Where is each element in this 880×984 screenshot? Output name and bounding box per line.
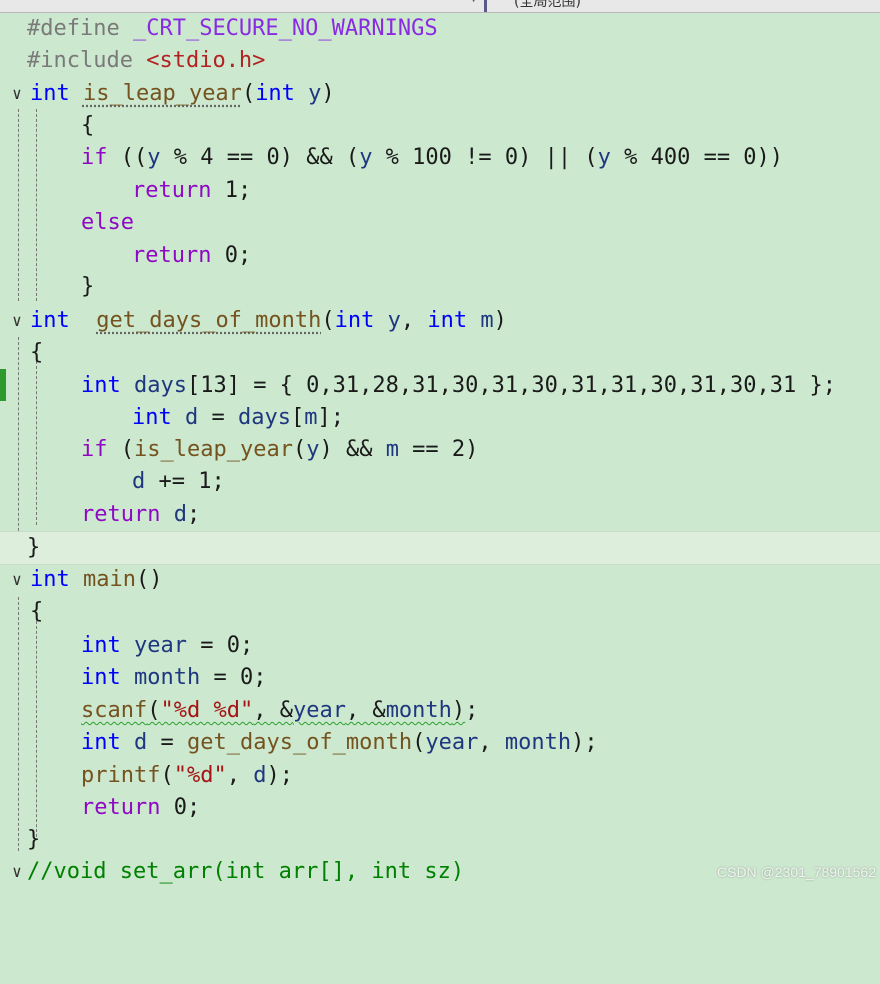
keyword: int bbox=[30, 308, 83, 333]
brace: } bbox=[27, 827, 41, 852]
macro: _CRT_SECURE_NO_WARNINGS bbox=[132, 16, 438, 41]
keyword: int bbox=[132, 405, 185, 430]
code-line[interactable]: { bbox=[0, 110, 880, 142]
collapse-chevron-icon[interactable]: ∨ bbox=[9, 305, 25, 337]
code-line[interactable]: #define _CRT_SECURE_NO_WARNINGS bbox=[0, 13, 880, 45]
function-name: printf bbox=[81, 763, 161, 788]
code-line[interactable]: printf("%d", d); bbox=[0, 760, 880, 792]
code-line[interactable]: return 0; bbox=[0, 792, 880, 824]
collapse-chevron-icon[interactable]: ∨ bbox=[9, 78, 25, 110]
code-line[interactable]: else bbox=[0, 207, 880, 239]
code-line[interactable]: { bbox=[0, 596, 880, 628]
keyword: return bbox=[81, 795, 161, 820]
keyword: return bbox=[81, 502, 174, 527]
function-name: main bbox=[82, 567, 136, 592]
code-line[interactable]: if ((y % 4 == 0) && (y % 100 != 0) || (y… bbox=[0, 142, 880, 174]
code-line[interactable]: } bbox=[0, 824, 880, 856]
header-name: <stdio.h> bbox=[146, 48, 266, 73]
code-editor[interactable]: #define _CRT_SECURE_NO_WARNINGS #include… bbox=[0, 13, 880, 886]
brace: { bbox=[30, 340, 44, 365]
code-line[interactable]: } bbox=[0, 271, 880, 303]
keyword: if bbox=[81, 145, 108, 170]
current-line[interactable]: } bbox=[0, 531, 880, 565]
collapse-chevron-icon[interactable]: ∨ bbox=[9, 856, 25, 888]
code-line[interactable]: int days[13] = { 0,31,28,31,30,31,30,31,… bbox=[0, 370, 880, 402]
keyword: return bbox=[132, 243, 212, 268]
splitter[interactable] bbox=[484, 0, 487, 12]
brace: { bbox=[81, 113, 95, 138]
keyword: else bbox=[81, 210, 134, 235]
brace: } bbox=[27, 535, 41, 560]
comment: //void set_arr(int arr[], int sz) bbox=[27, 859, 465, 884]
code-line[interactable]: return 0; bbox=[0, 240, 880, 272]
code-line[interactable]: #include <stdio.h> bbox=[0, 45, 880, 77]
collapse-chevron-icon[interactable]: ∨ bbox=[9, 564, 25, 596]
chevron-down-icon[interactable]: ▾ bbox=[470, 0, 477, 6]
code-line[interactable]: return 1; bbox=[0, 175, 880, 207]
keyword: int bbox=[81, 665, 134, 690]
keyword: int bbox=[81, 730, 134, 755]
code-line[interactable]: scanf("%d %d", &year, &month); bbox=[0, 695, 880, 727]
keyword: int bbox=[30, 81, 83, 106]
directive: #include bbox=[27, 48, 147, 73]
keyword: int bbox=[81, 373, 134, 398]
keyword: return bbox=[132, 178, 212, 203]
brace: { bbox=[30, 599, 44, 624]
brace: } bbox=[81, 274, 95, 299]
warning-squiggle[interactable]: scanf("%d %d", &year, &month) bbox=[81, 698, 465, 723]
code-line[interactable]: ∨ int get_days_of_month(int y, int m) bbox=[0, 305, 880, 337]
code-line[interactable]: int d = days[m]; bbox=[0, 402, 880, 434]
code-line[interactable]: ∨ int is_leap_year(int y) bbox=[0, 78, 880, 110]
scope-dropdown[interactable]: (全局范围) bbox=[514, 0, 581, 11]
watermark: CSDN @2301_78901562 bbox=[717, 864, 876, 880]
directive: #define bbox=[27, 16, 133, 41]
keyword: int bbox=[30, 567, 83, 592]
function-name: get_days_of_month bbox=[96, 308, 322, 333]
keyword: int bbox=[81, 633, 134, 658]
keyword: if bbox=[81, 437, 108, 462]
navigation-bar: ▾ (全局范围) bbox=[0, 0, 880, 13]
code-line[interactable]: if (is_leap_year(y) && m == 2) bbox=[0, 434, 880, 466]
code-line[interactable]: int d = get_days_of_month(year, month); bbox=[0, 727, 880, 759]
code-line[interactable]: ∨ int main() bbox=[0, 564, 880, 596]
function-name: is_leap_year bbox=[82, 81, 242, 106]
code-line[interactable]: d += 1; bbox=[0, 466, 880, 498]
code-line[interactable]: int month = 0; bbox=[0, 662, 880, 694]
code-line[interactable]: int year = 0; bbox=[0, 630, 880, 662]
code-line[interactable]: { bbox=[0, 337, 880, 369]
code-line[interactable]: return d; bbox=[0, 499, 880, 531]
